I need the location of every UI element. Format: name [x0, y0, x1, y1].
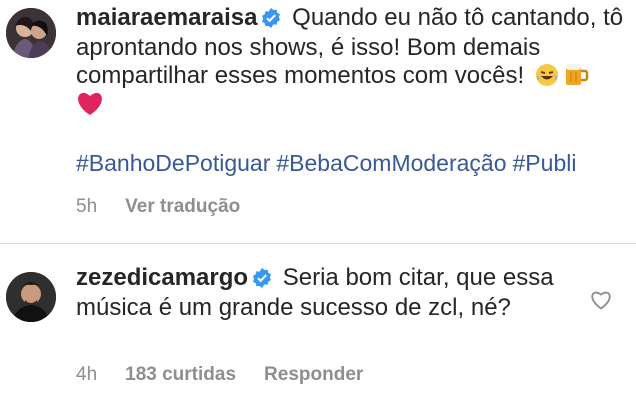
laughing-tears-emoji — [535, 63, 559, 93]
post-caption-block: maiaraemaraisa Quando eu não tô cantando… — [0, 0, 636, 240]
hashtag-link[interactable]: #BanhoDePotiguar — [76, 150, 270, 176]
hashtag-link[interactable]: #BebaComModeração — [276, 150, 506, 176]
beer-mug-emoji — [563, 61, 589, 93]
post-timestamp: 5h — [76, 196, 98, 217]
hashtag-link[interactable]: #Publi — [513, 150, 577, 176]
heart-outline-icon[interactable] — [590, 290, 612, 310]
comment: zezedicamargo Seria bom citar, que essa … — [76, 264, 576, 321]
post-caption: maiaraemaraisa Quando eu não tô cantando… — [76, 4, 624, 93]
post-meta-row: 5h Ver tradução — [76, 196, 240, 218]
avatar[interactable] — [6, 8, 56, 58]
likes-count[interactable]: 183 curtidas — [125, 364, 236, 385]
verified-badge-icon — [252, 267, 272, 294]
red-heart-emoji — [76, 90, 104, 123]
comment-timestamp: 4h — [76, 364, 98, 385]
hashtag-list: #BanhoDePotiguar #BebaComModeração #Publi — [76, 150, 582, 177]
comment-username[interactable]: zezedicamargo — [76, 264, 248, 291]
avatar[interactable] — [6, 272, 56, 322]
reply-button[interactable]: Responder — [264, 364, 363, 385]
translate-button[interactable]: Ver tradução — [125, 196, 240, 217]
comment-meta-row: 4h 183 curtidas Responder — [76, 364, 363, 386]
post-username[interactable]: maiaraemaraisa — [76, 4, 257, 31]
divider — [0, 243, 636, 244]
verified-badge-icon — [261, 7, 281, 34]
